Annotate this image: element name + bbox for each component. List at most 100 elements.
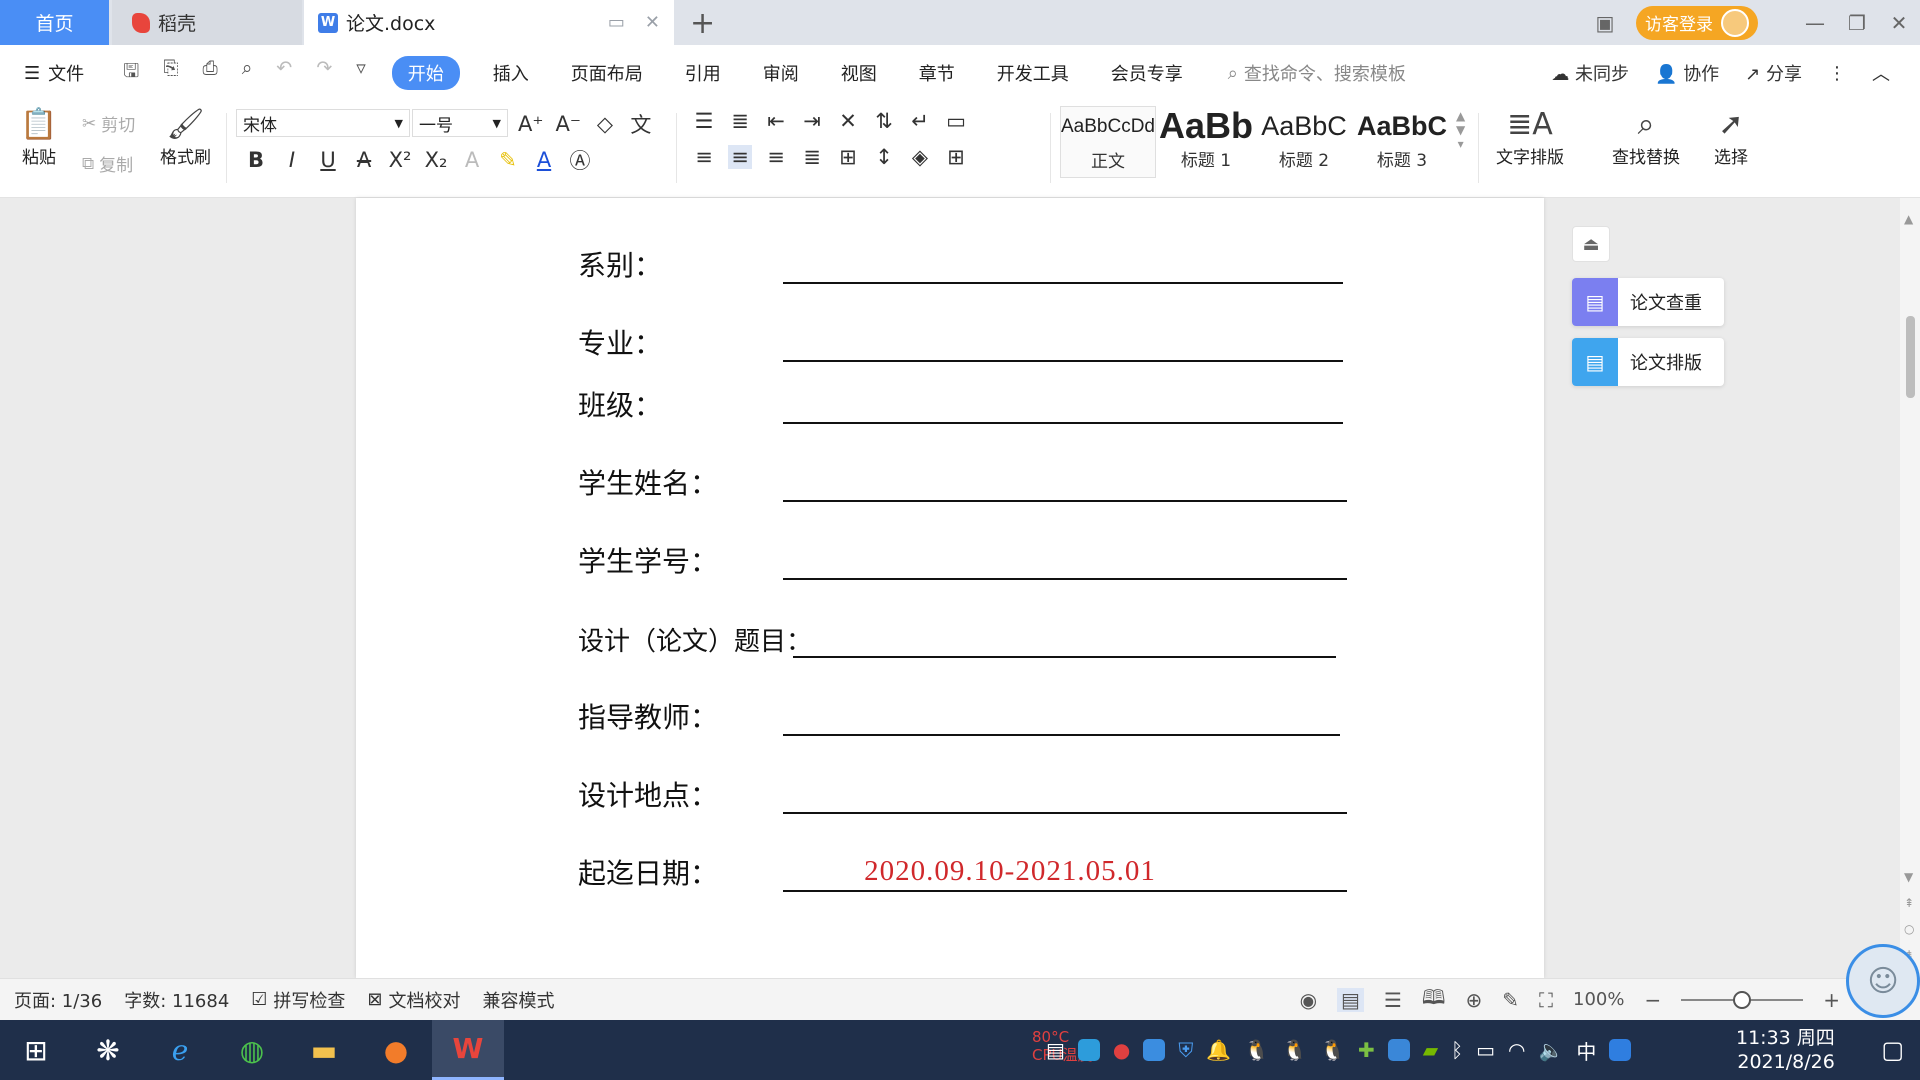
more-icon[interactable]: ⋮ bbox=[1828, 63, 1846, 84]
page-view-icon[interactable]: ▤ bbox=[1337, 987, 1364, 1012]
spell-check-button[interactable]: ☑ 拼写检查 bbox=[251, 987, 345, 1013]
select-browse-icon[interactable]: ○ bbox=[1904, 922, 1914, 936]
ruler-icon[interactable]: ▭ bbox=[944, 109, 968, 133]
field-blank[interactable] bbox=[783, 244, 1343, 284]
field-blank[interactable] bbox=[783, 696, 1340, 736]
tray-qq3-icon[interactable]: 🐧 bbox=[1320, 1038, 1345, 1062]
show-marks-icon[interactable]: ↵ bbox=[908, 109, 932, 133]
field-blank[interactable] bbox=[783, 774, 1347, 814]
battery-icon[interactable]: ▭ bbox=[1476, 1038, 1495, 1062]
ime-indicator[interactable]: 中 bbox=[1576, 1036, 1596, 1065]
collapse-ribbon-icon[interactable]: ︿ bbox=[1872, 60, 1890, 86]
menu-review[interactable]: 审阅 bbox=[742, 60, 820, 86]
grow-font-icon[interactable]: A⁺ bbox=[518, 112, 543, 136]
page-indicator[interactable]: 页面: 1/36 bbox=[14, 987, 102, 1013]
assistant-avatar[interactable]: ☺ bbox=[1846, 944, 1920, 1018]
menu-developer[interactable]: 开发工具 bbox=[976, 60, 1090, 86]
bluetooth-icon[interactable]: ᛒ bbox=[1451, 1038, 1463, 1062]
increase-indent-icon[interactable]: ⇥ bbox=[800, 109, 824, 133]
sync-button[interactable]: ☁ 未同步 bbox=[1551, 60, 1629, 86]
text-effect-icon[interactable]: A bbox=[460, 148, 484, 172]
tray-monitor-icon[interactable]: ▤ bbox=[1046, 1038, 1065, 1062]
zoom-level[interactable]: 100% bbox=[1573, 989, 1624, 1010]
italic-icon[interactable]: I bbox=[280, 148, 304, 172]
borders-icon[interactable]: ⊞ bbox=[944, 145, 968, 169]
underline-icon[interactable]: U bbox=[316, 148, 340, 172]
zoom-in-icon[interactable]: + bbox=[1823, 988, 1840, 1012]
float-window-icon[interactable]: ▭ bbox=[608, 12, 625, 33]
collab-button[interactable]: 👤 协作 bbox=[1655, 60, 1719, 86]
tray-nvidia-icon[interactable]: ▰ bbox=[1423, 1038, 1438, 1062]
style-heading-2[interactable]: AaBbC 标题 2 bbox=[1256, 106, 1352, 178]
close-window-icon[interactable]: ✕ bbox=[1878, 11, 1920, 35]
line-spacing-icon[interactable]: ↕ bbox=[872, 145, 896, 169]
numbered-list-icon[interactable]: ≣ bbox=[728, 109, 752, 133]
proofread-button[interactable]: ⊠ 文档校对 bbox=[367, 987, 460, 1013]
menu-chapter[interactable]: 章节 bbox=[898, 60, 976, 86]
thesis-check-button[interactable]: ▤ 论文查重 bbox=[1572, 278, 1724, 326]
superscript-icon[interactable]: X² bbox=[388, 148, 412, 172]
scroll-down-icon[interactable]: ▼ bbox=[1904, 870, 1913, 884]
strikethrough-icon[interactable]: A bbox=[352, 148, 376, 172]
bullet-list-icon[interactable]: ☰ bbox=[692, 109, 716, 133]
justify-icon[interactable]: ≣ bbox=[800, 145, 824, 169]
share-button[interactable]: ↗ 分享 bbox=[1745, 60, 1802, 86]
menu-view[interactable]: 视图 bbox=[820, 60, 898, 86]
media-app-icon[interactable]: ● bbox=[360, 1020, 432, 1080]
tab-document[interactable]: W 论文.docx ▭ ✕ bbox=[304, 0, 674, 45]
undo-icon[interactable]: ↶ bbox=[276, 57, 292, 89]
styles-scroll[interactable]: ▲ ▼ ▾ bbox=[1456, 109, 1465, 151]
reading-view-icon[interactable]: 🕮 bbox=[1422, 983, 1446, 1017]
align-right-icon[interactable]: ≡ bbox=[764, 145, 788, 169]
scroll-up-icon[interactable]: ▲ bbox=[1904, 212, 1913, 226]
font-color-icon[interactable]: A bbox=[532, 148, 556, 172]
thesis-layout-button[interactable]: ▤ 论文排版 bbox=[1572, 338, 1724, 386]
distribute-icon[interactable]: ⊞ bbox=[836, 145, 860, 169]
tray-plus-icon[interactable]: ✚ bbox=[1358, 1038, 1375, 1062]
subscript-icon[interactable]: X₂ bbox=[424, 148, 448, 172]
zoom-out-icon[interactable]: − bbox=[1644, 988, 1661, 1012]
bold-icon[interactable]: B bbox=[244, 148, 268, 172]
zoom-slider-knob[interactable] bbox=[1733, 990, 1752, 1009]
menu-file[interactable]: ☰ 文件 bbox=[0, 60, 105, 86]
window-layout-icon[interactable]: ▣ bbox=[1584, 11, 1626, 35]
find-replace-button[interactable]: ⌕ 查找替换 bbox=[1612, 105, 1680, 169]
print-icon[interactable]: ⎙ bbox=[203, 57, 218, 89]
tray-shield-icon[interactable]: ⛨ bbox=[1178, 1038, 1193, 1062]
tray-app-icon[interactable] bbox=[1077, 1039, 1100, 1061]
font-size-select[interactable]: 一号 ▼ bbox=[412, 109, 508, 137]
char-border-icon[interactable]: Ⓐ bbox=[568, 145, 592, 175]
sort-icon[interactable]: ⇅ bbox=[872, 109, 896, 133]
command-search[interactable]: ⌕ 查找命令、搜索模板 bbox=[1228, 60, 1406, 86]
field-blank[interactable] bbox=[783, 384, 1343, 424]
select-button[interactable]: ➚ 选择 bbox=[1712, 105, 1750, 169]
prev-page-icon[interactable]: ⇞ bbox=[1904, 896, 1914, 910]
customize-toolbar-icon[interactable]: ▿ bbox=[356, 57, 366, 89]
tray-tiger-icon[interactable]: ● bbox=[1113, 1038, 1130, 1062]
file-explorer-icon[interactable]: ▬ bbox=[288, 1020, 360, 1080]
browser-360-icon[interactable]: ◍ bbox=[216, 1020, 288, 1080]
tray-sync-icon[interactable] bbox=[1143, 1039, 1166, 1061]
scrollbar-thumb[interactable] bbox=[1906, 316, 1915, 398]
tray-qq-icon[interactable]: 🐧 bbox=[1244, 1038, 1269, 1062]
style-normal[interactable]: AaBbCcDd 正文 bbox=[1060, 106, 1156, 178]
chinese-layout-icon[interactable]: ✕ bbox=[836, 109, 860, 133]
field-blank[interactable] bbox=[783, 322, 1343, 362]
restore-icon[interactable]: ❐ bbox=[1836, 11, 1878, 35]
app-launcher-icon[interactable]: ❋ bbox=[72, 1020, 144, 1080]
web-view-icon[interactable]: ⊕ bbox=[1465, 988, 1482, 1012]
tray-bell-icon[interactable]: 🔔 bbox=[1206, 1038, 1231, 1062]
style-heading-3[interactable]: AaBbC 标题 3 bbox=[1354, 106, 1450, 178]
notification-center-icon[interactable]: ▢ bbox=[1881, 1036, 1904, 1064]
side-panel-collapse-button[interactable]: ⏏ bbox=[1572, 226, 1610, 262]
zoom-slider[interactable] bbox=[1681, 990, 1804, 1009]
cut-button[interactable]: ✂ 剪切 bbox=[82, 111, 135, 137]
tray-search-icon[interactable] bbox=[1609, 1039, 1632, 1061]
tab-home[interactable]: 首页 bbox=[0, 0, 109, 45]
decrease-indent-icon[interactable]: ⇤ bbox=[764, 109, 788, 133]
wifi-icon[interactable]: ◠ bbox=[1508, 1038, 1525, 1062]
vertical-scrollbar[interactable]: ▲ ▼ ⇞ ○ ⇟ bbox=[1900, 198, 1920, 978]
volume-icon[interactable]: 🔈 bbox=[1539, 1038, 1564, 1062]
highlight-icon[interactable]: ✎ bbox=[496, 148, 520, 172]
clear-format-icon[interactable]: ◇ bbox=[593, 112, 617, 136]
